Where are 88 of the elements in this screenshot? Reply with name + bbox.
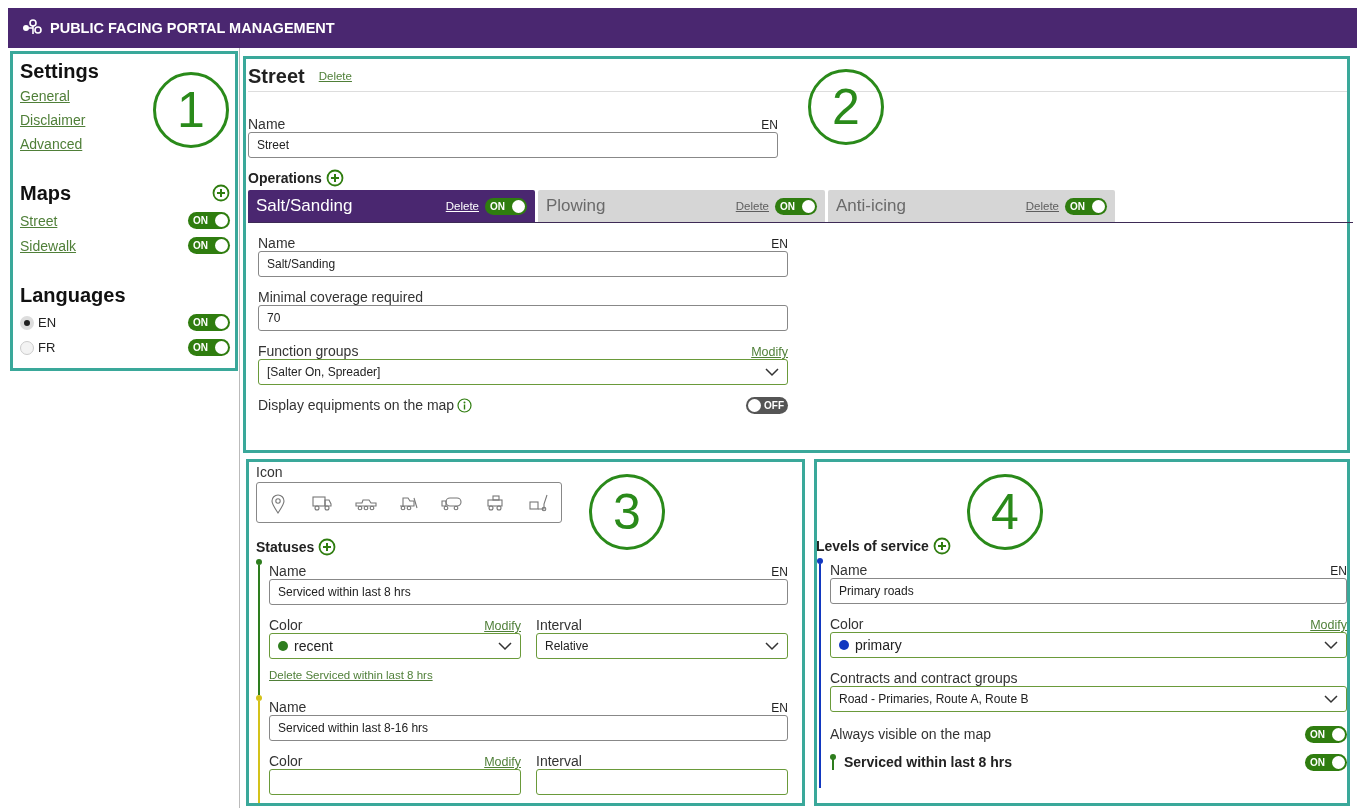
dropdown[interactable]: Relative xyxy=(536,633,788,659)
chevron-down-icon xyxy=(1324,694,1338,704)
toggle-switch[interactable]: ON xyxy=(1305,753,1347,771)
field-label: Interval xyxy=(536,617,582,633)
name-field[interactable]: Serviced within last 8 hrs xyxy=(269,579,788,605)
radio-button[interactable]: FR xyxy=(20,340,56,355)
field-label: Color xyxy=(269,753,303,769)
name-field[interactable]: Salt/Sanding xyxy=(258,251,788,277)
coverage-field[interactable]: 70 xyxy=(258,305,788,331)
toggle-switch[interactable]: OFF xyxy=(746,396,788,414)
section-heading: Languages xyxy=(20,283,127,308)
dropdown[interactable]: recent xyxy=(269,633,521,659)
tab[interactable]: Salt/Sanding Delete ON xyxy=(248,190,535,222)
field-label: Name xyxy=(269,563,307,579)
status-label: Serviced within last 8 hrs xyxy=(844,754,1013,770)
link[interactable]: Disclaimer xyxy=(20,112,86,128)
add-icon xyxy=(212,184,230,202)
link[interactable]: General xyxy=(20,88,70,104)
link[interactable]: Delete Serviced within last 8 hrs xyxy=(269,669,433,681)
toggle-switch[interactable]: ON xyxy=(1305,725,1347,743)
field-label: Name xyxy=(248,116,286,132)
link[interactable]: Delete xyxy=(1025,200,1059,212)
link[interactable]: Sidewalk xyxy=(20,237,77,254)
link[interactable]: Modify xyxy=(484,755,521,769)
language-code: EN xyxy=(1330,564,1347,578)
toggle-switch[interactable]: ON xyxy=(188,237,230,254)
link[interactable]: Delete xyxy=(445,200,479,212)
section-heading: Maps xyxy=(20,181,72,206)
language-code: EN xyxy=(761,118,778,132)
dropdown[interactable] xyxy=(536,769,788,795)
field-label: Display equipments on the map xyxy=(258,397,455,413)
logo-icon xyxy=(22,19,44,37)
radio-button[interactable]: EN xyxy=(20,315,57,330)
field-label: Color xyxy=(269,617,303,633)
dropdown[interactable]: [Salter On, Spreader] xyxy=(258,359,788,385)
dropdown[interactable]: Road - Primaries, Route A, Route B xyxy=(830,686,1347,712)
section-heading: Settings xyxy=(20,59,100,84)
icon-picker[interactable] xyxy=(256,482,562,523)
name-field[interactable]: Primary roads xyxy=(830,578,1347,604)
callout-number: 3 xyxy=(589,474,665,550)
toggle-switch[interactable]: ON xyxy=(1065,197,1107,215)
section-heading: Levels of service xyxy=(817,538,929,554)
info-icon xyxy=(457,397,473,413)
field-label: Name xyxy=(830,562,868,578)
link[interactable]: Modify xyxy=(751,345,788,359)
add-icon xyxy=(932,537,951,555)
toggle-switch[interactable]: ON xyxy=(188,212,230,229)
name-field[interactable]: Serviced within last 8-16 hrs xyxy=(269,715,788,741)
callout-number: 2 xyxy=(808,69,884,145)
field-label: Name xyxy=(269,699,307,715)
app-title: PUBLIC FACING PORTAL MANAGEMENT xyxy=(50,20,335,36)
chevron-down-icon xyxy=(498,641,512,651)
tab[interactable]: Anti-icing Delete ON xyxy=(828,190,1115,222)
field-label: Interval xyxy=(536,753,582,769)
name-field[interactable]: Street xyxy=(248,132,778,158)
dropdown[interactable]: primary xyxy=(830,632,1347,658)
link[interactable]: Advanced xyxy=(20,136,83,152)
callout-number: 4 xyxy=(967,474,1043,550)
toggle-switch[interactable]: ON xyxy=(188,314,230,331)
link[interactable]: Street xyxy=(20,212,58,229)
field-label: Always visible on the map xyxy=(830,726,992,742)
field-label: Name xyxy=(258,235,296,251)
add-icon xyxy=(325,169,344,187)
link[interactable]: Delete xyxy=(735,200,769,212)
tab[interactable]: Plowing Delete ON xyxy=(538,190,825,222)
chevron-down-icon xyxy=(1324,640,1338,650)
language-code: EN xyxy=(771,701,788,715)
link[interactable]: Delete xyxy=(318,70,352,82)
chevron-down-icon xyxy=(765,641,779,651)
toggle-switch[interactable]: ON xyxy=(775,197,817,215)
link[interactable]: Modify xyxy=(1310,618,1347,632)
section-heading: Statuses xyxy=(256,539,315,555)
field-label: Contracts and contract groups xyxy=(830,670,1018,686)
dropdown[interactable] xyxy=(269,769,521,795)
language-code: EN xyxy=(771,237,788,251)
page-title: Street xyxy=(248,64,305,88)
link[interactable]: Modify xyxy=(484,619,521,633)
field-label: Color xyxy=(830,616,864,632)
chevron-down-icon xyxy=(765,367,779,377)
section-heading: Operations xyxy=(248,170,322,186)
add-icon xyxy=(318,538,337,556)
callout-number: 1 xyxy=(153,72,229,148)
toggle-switch[interactable]: ON xyxy=(188,339,230,356)
field-label: Function groups xyxy=(258,343,359,359)
language-code: EN xyxy=(771,565,788,579)
field-label: Minimal coverage required xyxy=(258,289,423,305)
field-label: Icon xyxy=(256,464,284,480)
toggle-switch[interactable]: ON xyxy=(485,197,527,215)
